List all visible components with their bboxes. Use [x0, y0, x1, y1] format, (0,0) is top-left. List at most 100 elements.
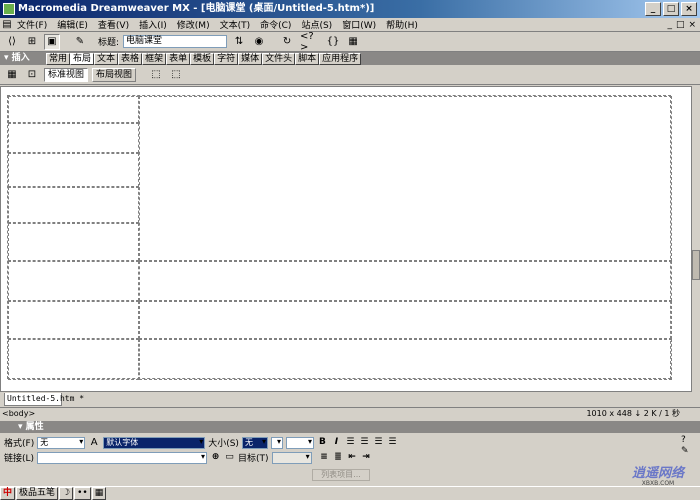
- tab-templates[interactable]: 模板: [190, 53, 215, 65]
- maximize-button[interactable]: □: [663, 2, 679, 16]
- tab-characters[interactable]: 字符: [214, 53, 239, 65]
- tab-layout[interactable]: 布局: [70, 53, 95, 65]
- layout-cell-right-main[interactable]: [139, 96, 672, 261]
- ime-chinese-toggle[interactable]: 中: [0, 487, 16, 500]
- menu-file[interactable]: 文件(F): [12, 18, 52, 31]
- indent-icon[interactable]: ⇥: [361, 452, 372, 463]
- tab-media[interactable]: 媒体: [238, 53, 263, 65]
- layout-cell-left-7[interactable]: [8, 301, 139, 339]
- menu-modify[interactable]: 修改(M): [172, 18, 215, 31]
- layout-cell-left-3[interactable]: [8, 153, 139, 187]
- draw-layer-icon[interactable]: ⊡: [24, 67, 40, 83]
- preview-browser-icon[interactable]: ◉: [251, 34, 267, 50]
- tab-application[interactable]: 应用程序: [319, 53, 362, 65]
- unordered-list-icon[interactable]: ≡: [319, 452, 330, 463]
- menu-window[interactable]: 窗口(W): [337, 18, 381, 31]
- draw-layout-cell-icon[interactable]: ⬚: [168, 67, 184, 83]
- live-data-icon[interactable]: ✎: [72, 34, 88, 50]
- layout-cell-left-2[interactable]: [8, 123, 139, 153]
- browse-folder-icon[interactable]: ▭: [224, 452, 235, 463]
- tab-frames[interactable]: 框架: [142, 53, 167, 65]
- color-picker-button[interactable]: [270, 436, 283, 449]
- align-center-icon[interactable]: ☰: [359, 437, 370, 448]
- layout-view-button[interactable]: 布局视图: [92, 67, 137, 82]
- layout-cell-left-4[interactable]: [8, 187, 139, 223]
- reference-icon[interactable]: <?>: [299, 31, 321, 53]
- layout-cell-right-7[interactable]: [139, 301, 672, 339]
- close-button[interactable]: ×: [681, 2, 697, 16]
- layout-table[interactable]: [7, 95, 672, 380]
- tab-common[interactable]: 常用: [46, 53, 71, 65]
- tab-script[interactable]: 脚本: [295, 53, 320, 65]
- split-view-icon[interactable]: ⊞: [24, 34, 40, 50]
- menu-bar: ▤ 文件(F) 编辑(E) 查看(V) 插入(I) 修改(M) 文本(T) 命令…: [0, 18, 700, 32]
- list-item-button: 列表项目...: [312, 469, 370, 481]
- ime-toolbar: 中 极品五笔 ☽ •• ▦: [0, 486, 700, 500]
- color-input[interactable]: [285, 436, 314, 449]
- layout-cell-right-6[interactable]: [139, 261, 672, 301]
- code-navigation-icon[interactable]: {}: [325, 34, 341, 50]
- ime-halfwidth-icon[interactable]: ☽: [59, 487, 74, 500]
- menu-insert[interactable]: 插入(I): [134, 18, 172, 31]
- target-label: 目标(T): [238, 454, 269, 464]
- quick-tag-editor-icon[interactable]: ✎: [681, 446, 689, 456]
- ordered-list-icon[interactable]: ≣: [333, 452, 344, 463]
- draw-layout-table-icon[interactable]: ⬚: [148, 67, 164, 83]
- doc-minimize-button[interactable]: _: [667, 20, 672, 30]
- design-view-canvas[interactable]: [0, 86, 692, 392]
- tab-head[interactable]: 文件头: [262, 53, 296, 65]
- point-to-file-icon[interactable]: ⊕: [210, 452, 221, 463]
- dreamweaver-app-icon: [3, 3, 15, 15]
- document-tab[interactable]: Untitled-5.htm *: [4, 393, 84, 406]
- format-select[interactable]: 无: [37, 436, 86, 449]
- text-color-icon[interactable]: A: [88, 437, 100, 449]
- bold-icon[interactable]: B: [317, 437, 328, 448]
- link-label: 链接(L): [4, 454, 35, 464]
- insert-panel-label[interactable]: ▾ 插入: [0, 52, 46, 65]
- refresh-icon[interactable]: ↻: [279, 34, 295, 50]
- outdent-icon[interactable]: ⇤: [347, 452, 358, 463]
- code-view-icon[interactable]: ⟨⟩: [4, 34, 20, 50]
- link-input[interactable]: [37, 451, 208, 464]
- design-view-icon[interactable]: ▣: [44, 33, 60, 50]
- page-title-input[interactable]: 电脑课堂: [123, 35, 228, 48]
- minimize-button[interactable]: _: [645, 2, 661, 16]
- ime-softkeyboard-icon[interactable]: ▦: [91, 487, 107, 500]
- justify-icon[interactable]: ☰: [387, 437, 398, 448]
- title-label: 标题:: [98, 38, 120, 48]
- menu-site[interactable]: 站点(S): [296, 18, 337, 31]
- tab-text[interactable]: 文本: [94, 53, 119, 65]
- view-options-icon[interactable]: ▦: [345, 34, 361, 50]
- tab-forms[interactable]: 表单: [166, 53, 191, 65]
- align-left-icon[interactable]: ☰: [345, 437, 356, 448]
- italic-icon[interactable]: I: [331, 437, 342, 448]
- menu-help[interactable]: 帮助(H): [381, 18, 423, 31]
- layout-cell-left-6[interactable]: [8, 261, 139, 301]
- layout-cell-right-8[interactable]: [139, 339, 672, 380]
- layout-toolbar: ▦ ⊡ 标准视图 布局视图 ⬚ ⬚: [0, 65, 700, 85]
- layout-cell-left-5[interactable]: [8, 223, 139, 261]
- properties-panel-header[interactable]: ▾ 属性: [0, 421, 700, 433]
- tab-tables[interactable]: 表格: [118, 53, 143, 65]
- panel-collapse-grip[interactable]: [692, 250, 700, 280]
- file-management-icon[interactable]: ⇅: [231, 34, 247, 50]
- layout-cell-left-1[interactable]: [8, 96, 139, 123]
- font-select[interactable]: 默认字体: [103, 436, 206, 449]
- window-title: Macromedia Dreamweaver MX - [电脑课堂 (桌面/Un…: [18, 3, 375, 14]
- layout-cell-left-8[interactable]: [8, 339, 139, 380]
- size-select[interactable]: 无: [241, 436, 268, 449]
- help-icon[interactable]: ?: [681, 435, 686, 445]
- standard-view-button[interactable]: 标准视图: [44, 67, 89, 82]
- menu-commands[interactable]: 命令(C): [255, 18, 296, 31]
- tag-selector[interactable]: <body>: [2, 409, 35, 418]
- doc-close-button[interactable]: ×: [688, 20, 696, 30]
- menu-text[interactable]: 文本(T): [215, 18, 256, 31]
- ime-punctuation-icon[interactable]: ••: [74, 487, 91, 500]
- menu-view[interactable]: 查看(V): [93, 18, 134, 31]
- doc-restore-button[interactable]: □: [676, 20, 685, 30]
- target-select[interactable]: [271, 451, 312, 464]
- menu-edit[interactable]: 编辑(E): [52, 18, 93, 31]
- insert-table-icon[interactable]: ▦: [4, 67, 20, 83]
- ime-name[interactable]: 极品五笔: [16, 487, 59, 500]
- align-right-icon[interactable]: ☰: [373, 437, 384, 448]
